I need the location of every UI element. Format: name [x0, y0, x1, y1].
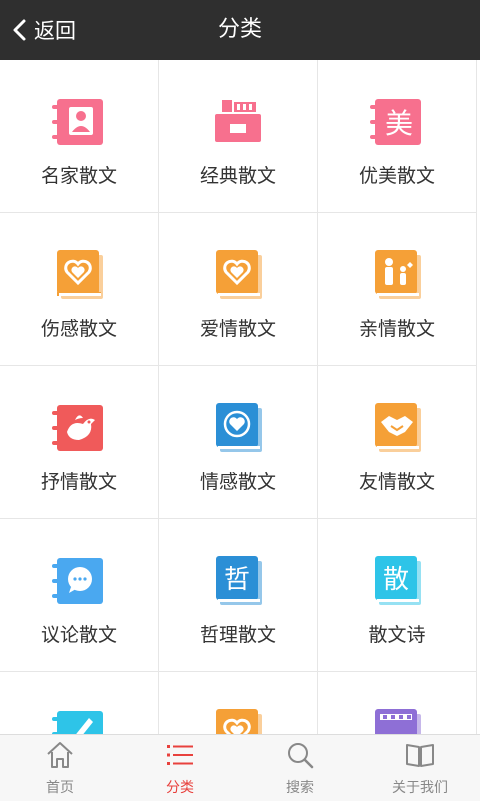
category-item[interactable]: 名家散文 [0, 60, 159, 213]
chevron-left-icon [13, 19, 26, 41]
family-book-icon [367, 245, 427, 305]
category-item[interactable]: 经典散文 [159, 60, 318, 213]
heart-book-icon [208, 704, 268, 734]
category-item[interactable] [159, 672, 318, 734]
app-header: 返回 分类 [0, 0, 480, 60]
category-item[interactable] [0, 672, 159, 734]
category-label: 爱情散文 [199, 318, 276, 340]
san-character-book-icon: 散 [367, 551, 427, 611]
tab-category[interactable]: 分类 [120, 735, 240, 801]
back-label: 返回 [34, 19, 76, 43]
category-item[interactable]: 抒情散文 [0, 366, 159, 519]
category-label: 哲理散文 [199, 624, 276, 646]
mei-glyph: 美 [385, 107, 413, 140]
zhe-glyph: 哲 [224, 565, 250, 595]
category-label: 优美散文 [358, 165, 435, 187]
category-label: 议论散文 [40, 624, 117, 646]
tab-label: 关于我们 [392, 780, 448, 796]
list-icon [164, 739, 196, 771]
tab-about[interactable]: 关于我们 [360, 735, 480, 801]
tab-search[interactable]: 搜索 [240, 735, 360, 801]
category-label: 名家散文 [40, 165, 117, 187]
zhe-character-book-icon: 哲 [208, 551, 268, 611]
category-item[interactable]: 亲情散文 [318, 213, 477, 366]
category-item[interactable] [318, 672, 477, 734]
film-book-icon [367, 704, 427, 734]
category-label: 经典散文 [199, 165, 276, 187]
open-book-icon [404, 739, 436, 771]
tab-home[interactable]: 首页 [0, 735, 120, 801]
pen-notebook-icon [49, 704, 109, 734]
category-label: 抒情散文 [40, 471, 117, 493]
chat-notebook-icon [49, 551, 109, 611]
category-label: 伤感散文 [40, 318, 117, 340]
category-item[interactable]: 议论散文 [0, 519, 159, 672]
category-item[interactable]: 情感散文 [159, 366, 318, 519]
handshake-book-icon [367, 398, 427, 458]
san-glyph: 散 [383, 565, 409, 595]
category-item[interactable]: 散 散文诗 [318, 519, 477, 672]
heart-book-icon [208, 398, 268, 458]
cash-register-icon [208, 92, 268, 152]
category-item[interactable]: 友情散文 [318, 366, 477, 519]
category-label: 亲情散文 [358, 318, 435, 340]
category-item[interactable]: 哲 哲理散文 [159, 519, 318, 672]
category-grid: 名家散文 经典散文 美 优美散文 伤感散文 爱情散文 亲情散文 抒情散文 情感散… [0, 60, 480, 734]
search-icon [284, 739, 316, 771]
mei-character-notebook-icon: 美 [367, 92, 427, 152]
home-icon [44, 739, 76, 771]
contact-notebook-icon [49, 92, 109, 152]
tab-label: 分类 [166, 780, 194, 796]
category-label: 散文诗 [368, 624, 426, 646]
category-label: 情感散文 [199, 471, 276, 493]
tab-label: 首页 [46, 780, 74, 796]
heart-book-icon [208, 245, 268, 305]
back-button[interactable]: 返回 [10, 0, 76, 60]
bottom-tab-bar: 首页 分类 搜索 关于我们 [0, 734, 480, 801]
category-item[interactable]: 美 优美散文 [318, 60, 477, 213]
heart-book-icon [49, 245, 109, 305]
category-item[interactable]: 伤感散文 [0, 213, 159, 366]
category-item[interactable]: 爱情散文 [159, 213, 318, 366]
tab-label: 搜索 [286, 780, 314, 796]
category-label: 友情散文 [358, 471, 435, 493]
bird-notebook-icon [49, 398, 109, 458]
